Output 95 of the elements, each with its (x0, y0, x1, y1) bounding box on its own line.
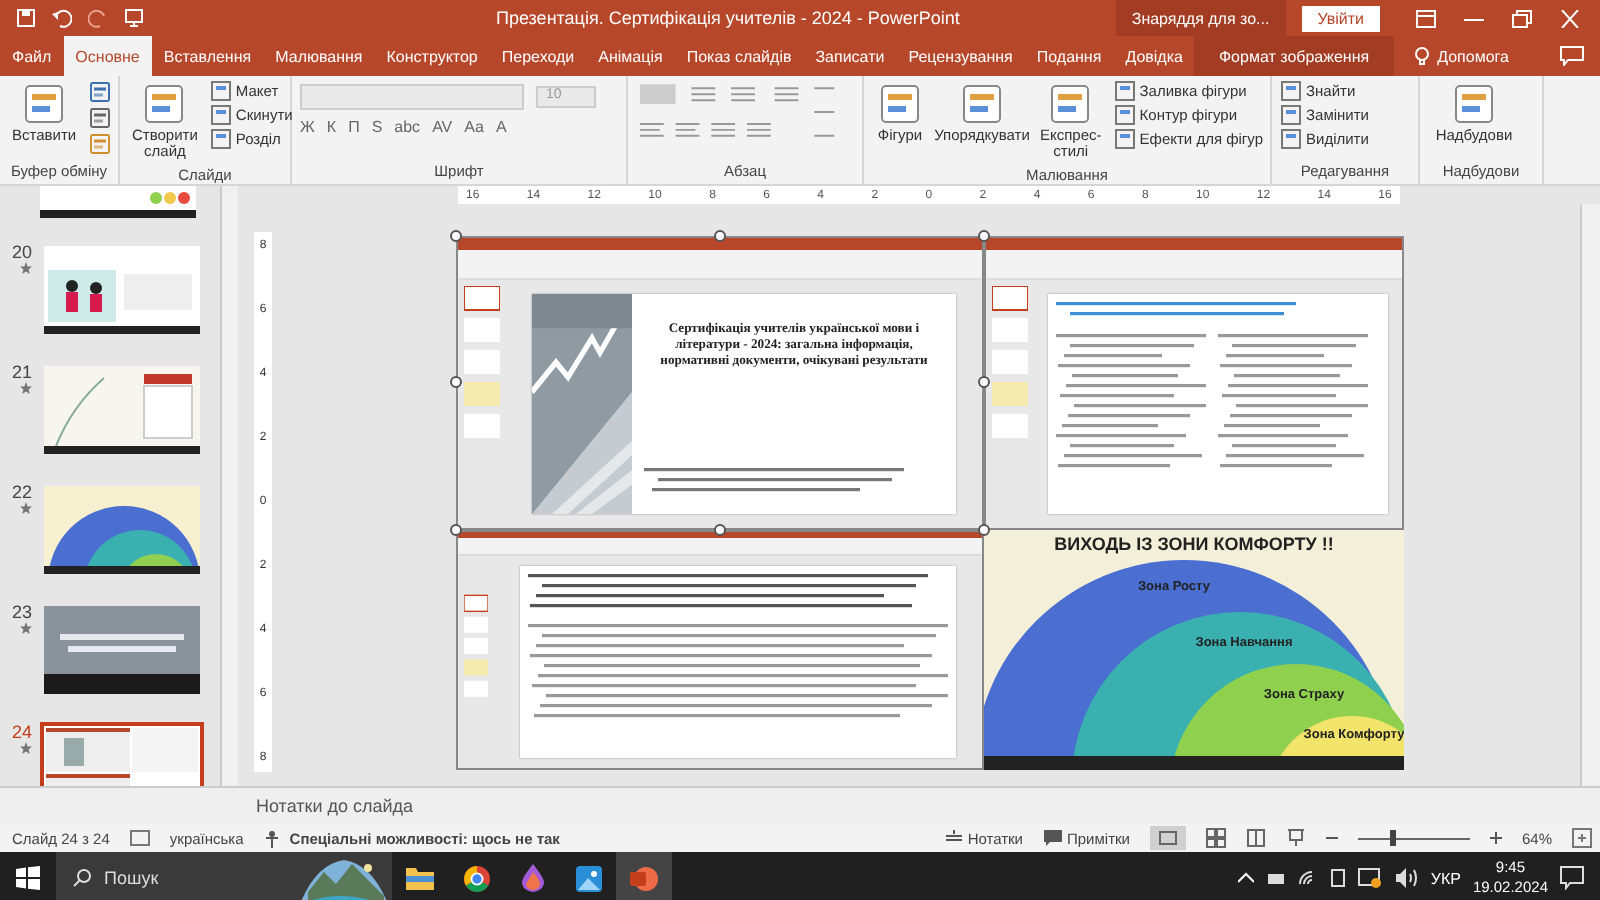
device-icon[interactable] (1330, 868, 1347, 888)
slide-thumbnail[interactable] (40, 242, 204, 338)
undo-icon[interactable] (52, 8, 72, 28)
help-label[interactable]: Допомога (1437, 47, 1509, 65)
chevron-up-icon[interactable] (1238, 872, 1255, 884)
slide-thumbnail[interactable] (40, 482, 204, 578)
normal-view-icon[interactable] (1149, 826, 1186, 850)
battery-icon[interactable] (1266, 870, 1287, 886)
zoom-slider[interactable] (1357, 830, 1470, 846)
paint-drop-icon (521, 864, 543, 892)
lightbulb-icon[interactable] (1413, 46, 1430, 66)
star-icon (20, 502, 32, 514)
ribbon-tab[interactable]: Формат зображення (1194, 36, 1394, 76)
ribbon-display-icon[interactable] (1416, 9, 1436, 27)
close-icon[interactable] (1560, 9, 1580, 27)
ribbon-tab[interactable]: Записати (803, 36, 897, 76)
scrollbar[interactable] (1580, 204, 1600, 786)
redo-icon[interactable] (88, 8, 108, 28)
save-icon[interactable] (16, 8, 36, 28)
photos-icon (575, 865, 601, 891)
slide-number: 23 (11, 602, 32, 622)
document-icon (209, 80, 232, 102)
selection-handle[interactable] (714, 230, 726, 242)
comments-icon[interactable] (1560, 46, 1584, 66)
document-icon (1113, 104, 1136, 126)
folder-icon (406, 866, 434, 890)
windows-icon (16, 866, 40, 890)
star-icon (20, 622, 32, 634)
restore-icon[interactable] (1512, 9, 1532, 27)
ribbon-tab[interactable]: Анімація (586, 36, 675, 76)
notification-icon[interactable] (1560, 866, 1584, 890)
document-icon (1113, 80, 1136, 102)
slideshow-icon[interactable] (1285, 828, 1306, 848)
zoom-thumb[interactable] (1389, 830, 1396, 846)
slide-thumbnail[interactable] (40, 186, 196, 218)
ribbon-tab[interactable]: Малювання (263, 36, 375, 76)
speaker-icon[interactable] (1394, 868, 1419, 888)
ribbon-tab[interactable]: Подання (1024, 36, 1114, 76)
document-icon (209, 104, 232, 126)
slide-number: 20 (11, 242, 32, 262)
search-icon (72, 868, 92, 888)
ribbon-tab[interactable]: Вставлення (151, 36, 264, 76)
reading-view-icon[interactable] (1245, 828, 1266, 848)
accessibility-icon (263, 829, 284, 847)
selection-handle[interactable] (450, 230, 462, 242)
slide-thumbnail[interactable] (40, 362, 204, 458)
slide-sorter-icon[interactable] (1205, 828, 1226, 848)
document-icon (1280, 128, 1302, 150)
format-button[interactable]: Ж (300, 118, 315, 136)
ribbon-tab[interactable]: Рецензування (896, 36, 1025, 76)
format-button[interactable]: A (495, 118, 507, 136)
slide-title: ВИХОДЬ ІЗ ЗОНИ КОМФОРТУ !! (1054, 534, 1334, 554)
notes-icon (945, 830, 962, 846)
ribbon-tab[interactable]: Показ слайдів (674, 36, 804, 76)
format-button[interactable]: AV (432, 118, 453, 136)
format-button[interactable]: Aa (464, 118, 484, 136)
ribbon-tab[interactable]: Файл (0, 36, 64, 76)
fit-slide-icon[interactable] (1572, 828, 1592, 848)
browser-icon (463, 865, 489, 891)
selection-handle[interactable] (978, 230, 990, 242)
spelling-icon[interactable] (129, 830, 150, 846)
input-language[interactable]: УКР (1430, 869, 1461, 887)
screen-warning-icon[interactable] (1358, 868, 1383, 888)
ribbon-tab[interactable]: Переходи (489, 36, 587, 76)
format-button[interactable]: S (371, 118, 383, 136)
format-button[interactable]: П (348, 118, 360, 136)
slideshow-icon[interactable] (124, 8, 144, 28)
document-icon (1280, 104, 1302, 126)
notes-field[interactable]: Нотатки до слайда (256, 796, 414, 816)
format-button[interactable]: abc (394, 118, 421, 136)
selection-handle[interactable] (450, 524, 462, 536)
ribbon-tab[interactable]: Довідка (1113, 36, 1195, 76)
scrollbar[interactable] (220, 186, 238, 786)
slide-thumbnail[interactable] (40, 602, 204, 698)
format-button[interactable]: К (326, 118, 337, 136)
font-name-field[interactable] (300, 84, 524, 110)
selection-handle[interactable] (450, 376, 462, 388)
document-icon (209, 128, 232, 150)
slide-number: 22 (11, 482, 32, 502)
star-icon (20, 742, 32, 754)
star-icon (20, 262, 32, 274)
window-title: Презентація. Сертифікація учителів - 2024 - PowerPoint (496, 8, 962, 28)
star-icon (20, 382, 32, 394)
context-label: Знаряддя для зо... (1115, 0, 1286, 36)
ribbon-tab[interactable]: Конструктор (374, 36, 490, 76)
document-icon (1280, 80, 1302, 102)
document-icon (1113, 128, 1136, 150)
zoom-in-icon[interactable] (1489, 832, 1502, 844)
slide-number: 21 (11, 362, 32, 382)
comment-icon (1043, 830, 1061, 846)
zoom-out-icon[interactable] (1325, 832, 1338, 844)
sign-in-button[interactable]: Увійти (1301, 5, 1380, 31)
ribbon-tab[interactable]: Основне (63, 36, 152, 76)
presentation-app-icon (630, 865, 658, 891)
slide-number: 24 (11, 722, 32, 742)
